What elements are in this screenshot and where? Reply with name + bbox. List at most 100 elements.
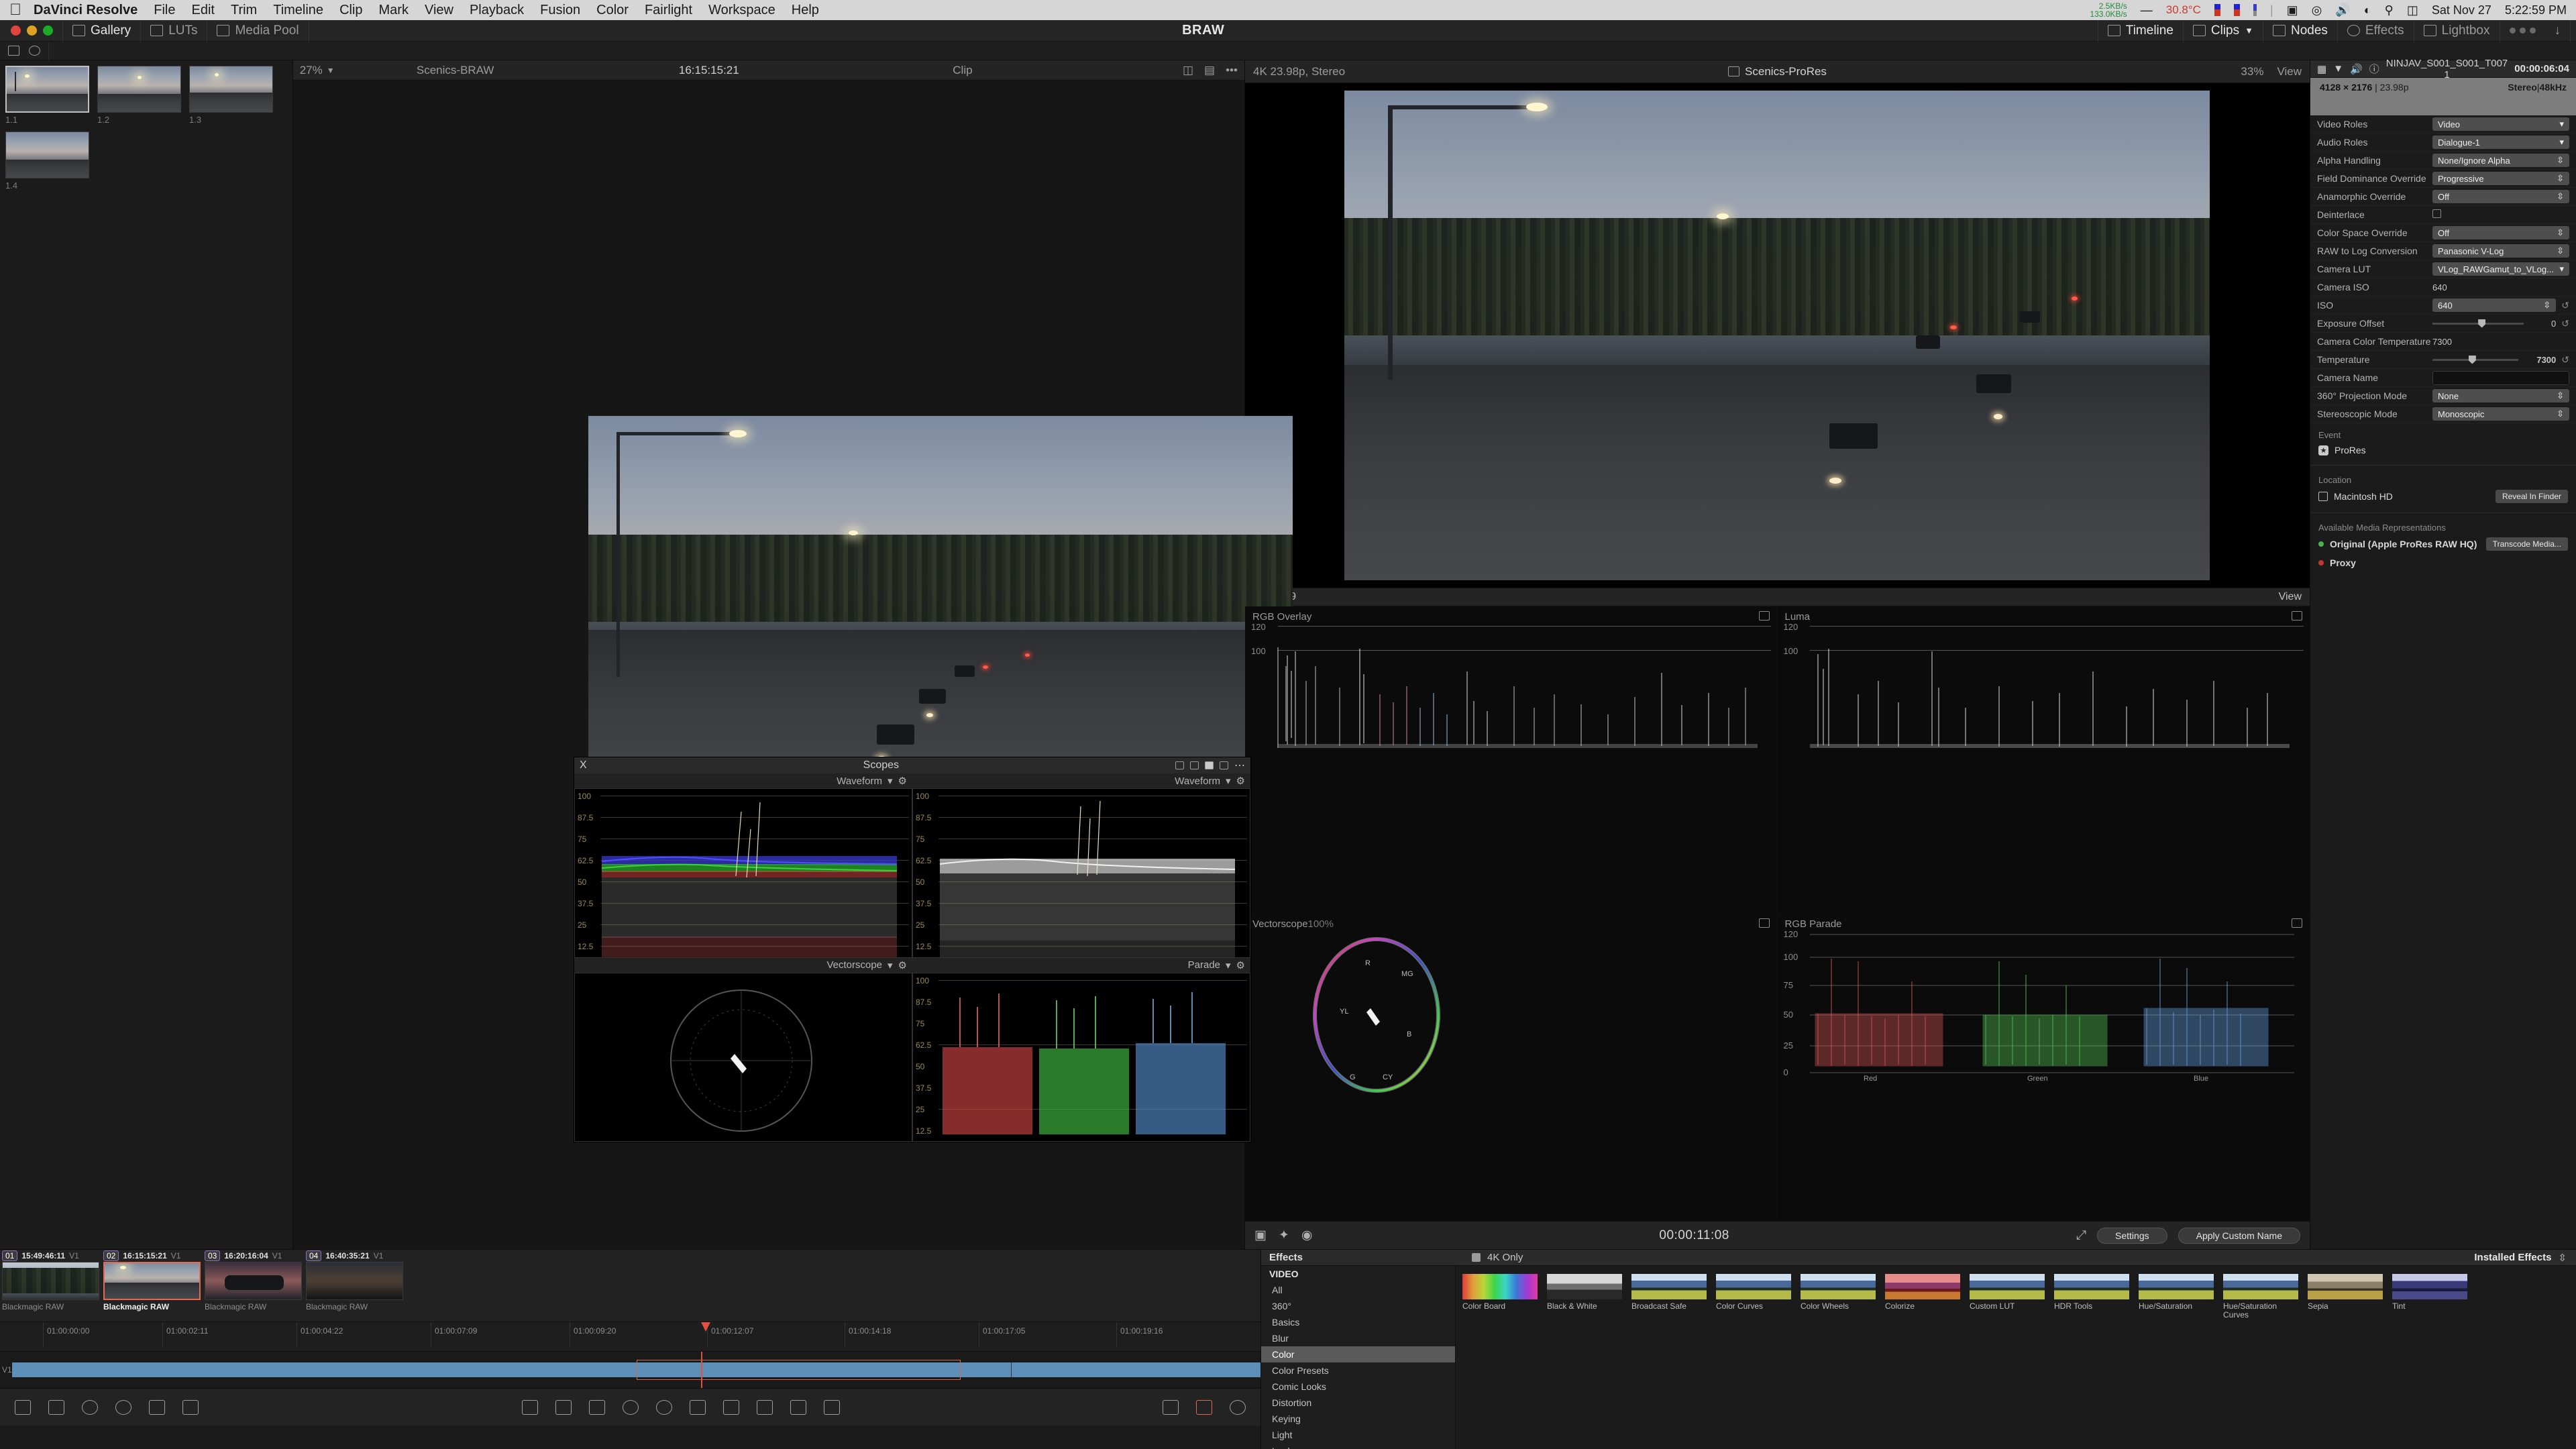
timeline-ruler[interactable]: 01:00:00:00 01:00:02:11 01:00:04:22 01:0… <box>0 1322 1260 1352</box>
effect-card[interactable]: Hue/Saturation <box>2139 1274 2214 1320</box>
qualifier-tool-icon[interactable] <box>149 1399 165 1415</box>
raw-to-log-select[interactable]: Panasonic V-Log ⇳ <box>2432 244 2569 258</box>
menu-clip[interactable]: Clip <box>339 3 362 18</box>
3d-tool-icon[interactable] <box>823 1399 840 1415</box>
effect-card[interactable]: Color Board <box>1462 1274 1538 1320</box>
layout-grid-icon[interactable] <box>1220 761 1228 769</box>
timeline-viewer-image[interactable] <box>1244 83 2310 588</box>
scope-settings-icon[interactable]: ⚙ <box>1236 959 1245 971</box>
effects-category-comic-looks[interactable]: Comic Looks <box>1261 1379 1455 1395</box>
layout-single-icon[interactable] <box>1175 761 1184 769</box>
effects-category-light[interactable]: Light <box>1261 1427 1455 1443</box>
split-view-icon[interactable]: ◫ <box>1183 64 1193 77</box>
audio-roles-select[interactable]: Dialogue-1 ▾ <box>2432 136 2569 149</box>
clip-item[interactable]: 01 15:49:46:11 V1 Blackmagic RAW <box>2 1250 99 1322</box>
clips-button[interactable]: Clips ▼ <box>2184 19 2263 42</box>
nodes-button[interactable]: Nodes <box>2263 19 2338 42</box>
luts-button[interactable]: LUTs <box>141 19 208 42</box>
effects-category-basics[interactable]: Basics <box>1261 1314 1455 1330</box>
maximize-window-button[interactable] <box>43 25 53 36</box>
video-roles-select[interactable]: Video ▾ <box>2432 117 2569 131</box>
download-button[interactable]: ↓ <box>2545 19 2571 42</box>
layout-quad-icon[interactable] <box>1205 761 1214 769</box>
clip-preview-image[interactable] <box>588 416 1293 812</box>
scope-settings-icon[interactable]: ⚙ <box>1236 775 1245 787</box>
attr-row-color-space-override[interactable]: Color Space Override Off ⇳ <box>2310 224 2576 242</box>
menubar-date[interactable]: Sat Nov 27 <box>2432 3 2491 17</box>
scope-view-menu[interactable]: View <box>2279 591 2302 603</box>
menu-app-name[interactable]: DaVinci Resolve <box>34 3 138 18</box>
monitor-icon[interactable] <box>2292 918 2302 928</box>
effect-card[interactable]: Tint <box>2392 1274 2467 1320</box>
effect-card[interactable]: Sepia <box>2308 1274 2383 1320</box>
menubar-time[interactable]: 5:22:59 PM <box>2505 3 2567 17</box>
attr-row-iso[interactable]: ISO 640 ⇳ ↺ <box>2310 297 2576 315</box>
timeline-button[interactable]: Timeline <box>2097 19 2184 42</box>
attr-row-exposure-offset[interactable]: Exposure Offset 0 ↺ <box>2310 315 2576 333</box>
effect-card[interactable]: Black & White <box>1547 1274 1622 1320</box>
menu-fairlight[interactable]: Fairlight <box>645 3 692 18</box>
menu-mark[interactable]: Mark <box>379 3 409 18</box>
stabilizer-tool-icon[interactable] <box>756 1399 773 1415</box>
scope-cell-label[interactable]: Waveform <box>1175 775 1220 787</box>
scope-luma[interactable]: Luma 120 100 <box>1777 606 2310 914</box>
effects-category-color[interactable]: Color <box>1261 1346 1455 1362</box>
effect-card[interactable]: Color Wheels <box>1801 1274 1876 1320</box>
scope-settings-icon[interactable]: ⚙ <box>898 775 907 787</box>
timeline-viewer-name[interactable]: Scenics-ProRes <box>1454 65 2100 78</box>
info-toggle-icon[interactable] <box>1230 1399 1246 1415</box>
stills-icon[interactable] <box>29 46 40 56</box>
menu-color[interactable]: Color <box>596 3 629 18</box>
transport-tools-icon[interactable]: ▣ <box>1254 1228 1267 1243</box>
installed-effects-menu[interactable]: Installed Effects <box>2474 1252 2551 1263</box>
attr-row-camera-lut[interactable]: Camera LUT VLog_RAWGamut_to_VLog... ▾ <box>2310 260 2576 278</box>
transport-wand-icon[interactable]: ✦ <box>1279 1228 1289 1243</box>
effect-card[interactable]: HDR Tools <box>2054 1274 2129 1320</box>
scope-cell-waveform-2[interactable]: Waveform ▾ ⚙ 100 87.5 75 62.5 50 37.5 25… <box>912 773 1250 969</box>
effects-category-color-presets[interactable]: Color Presets <box>1261 1362 1455 1379</box>
color-warper-tool-icon[interactable] <box>115 1399 131 1415</box>
color-space-override-select[interactable]: Off ⇳ <box>2432 226 2569 239</box>
gallery-button[interactable]: Gallery <box>62 19 142 42</box>
sizing-tool-icon[interactable] <box>689 1399 706 1415</box>
effects-category-distortion[interactable]: Distortion <box>1261 1395 1455 1411</box>
timeline-clip-bar[interactable] <box>12 1360 1260 1380</box>
control-center-icon[interactable]: ◫ <box>2407 3 2418 17</box>
scope-rgb-overlay[interactable]: RGB Overlay 120 100 <box>1244 606 1778 914</box>
window-controls[interactable] <box>11 25 53 36</box>
scope-rgb-parade[interactable]: RGB Parade 120 100 75 50 25 0 Red Green … <box>1777 914 2310 1221</box>
effects-category-blur[interactable]: Blur <box>1261 1330 1455 1346</box>
iso-select[interactable]: 640 ⇳ <box>2432 299 2557 312</box>
menu-timeline[interactable]: Timeline <box>273 3 323 18</box>
exposure-reset-icon[interactable]: ↺ <box>2561 318 2569 329</box>
close-window-button[interactable] <box>11 25 21 36</box>
effects-button[interactable]: Effects <box>2338 19 2414 42</box>
viewer-more-icon[interactable]: ••• <box>1226 64 1238 77</box>
effects-thumbnail-grid[interactable]: Color Board Black & White Broadcast Safe Co… <box>1456 1266 2576 1449</box>
effects-category-keying[interactable]: Keying <box>1261 1411 1455 1427</box>
viewer-mode[interactable]: Clip <box>842 64 1083 77</box>
playhead-line[interactable] <box>701 1352 702 1388</box>
clip-view-icon[interactable] <box>8 46 19 56</box>
effects-category-looks[interactable]: Looks <box>1261 1443 1455 1449</box>
scope-cell-label[interactable]: Waveform <box>837 775 882 787</box>
memory-meter-icon[interactable] <box>2233 4 2240 16</box>
info-icon[interactable]: ⓘ <box>2369 62 2379 76</box>
menu-fusion[interactable]: Fusion <box>540 3 580 18</box>
selected-clip-region[interactable] <box>636 1360 961 1380</box>
media-pool-button[interactable]: Media Pool <box>207 19 309 42</box>
playhead-marker[interactable] <box>701 1322 710 1332</box>
attr-row-anamorphic[interactable]: Anamorphic Override Off ⇳ <box>2310 188 2576 206</box>
attr-row-camera-name[interactable]: Camera Name <box>2310 369 2576 387</box>
gallery-still-4[interactable]: 1.4 <box>5 131 89 191</box>
anamorphic-select[interactable]: Off ⇳ <box>2432 190 2569 203</box>
gallery-still-3[interactable]: 1.3 <box>189 66 273 125</box>
lightbox-button[interactable]: Lightbox <box>2414 19 2500 42</box>
disk-meter-icon[interactable] <box>2253 4 2257 16</box>
clip-item-selected[interactable]: 02 16:15:15:21 V1 Blackmagic RAW <box>103 1250 201 1322</box>
monitor-icon[interactable] <box>1759 918 1770 928</box>
scopes-toggle-icon[interactable] <box>1163 1399 1179 1415</box>
cpu-temp[interactable]: 30.8°C <box>2166 3 2201 17</box>
monitor-icon[interactable] <box>2292 611 2302 621</box>
close-icon[interactable]: X <box>580 759 587 771</box>
